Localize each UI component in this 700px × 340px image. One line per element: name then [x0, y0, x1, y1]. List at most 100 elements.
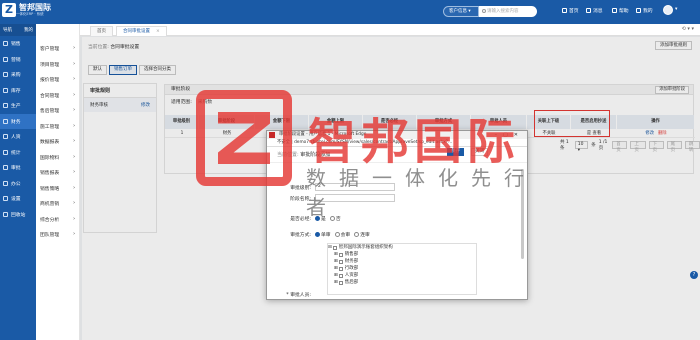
sidebar-item[interactable]: 采购 — [0, 67, 36, 83]
sub-sidebar-item[interactable]: 合同管理 › — [36, 88, 79, 104]
tree-item-sales[interactable]: ⊞ 销售部 — [328, 251, 476, 258]
help-link[interactable]: 帮助 — [612, 7, 629, 14]
chevron-right-icon: › — [73, 92, 75, 98]
sub-sidebar: 客户管理 › 项目管理 › 报价管理 › 合同管理 › 售后管理 › 施工管理 › 数据报表 › 国际物料 ›… — [36, 24, 80, 340]
search-icon — [482, 9, 486, 13]
main-sidebar: 导航 我的 销售营销 采购库存生产财务人资 统计审批办公 设置 回收站 — [0, 24, 36, 340]
message-link[interactable]: 消息 — [586, 7, 603, 14]
tab-bar: 首页 合同审批设置 × ⟲ ▾ ▾ — [80, 24, 700, 36]
tree-item-hr[interactable]: ⊞ 人资部 — [328, 272, 476, 279]
tab-tools[interactable]: ⟲ ▾ ▾ — [682, 26, 694, 32]
checkbox[interactable] — [338, 266, 343, 271]
sidebar-item[interactable]: 设置 — [0, 191, 36, 207]
user-icon — [636, 8, 641, 13]
sidebar-item[interactable]: 回收站 — [0, 207, 36, 223]
expand-icon[interactable]: ⊞ — [334, 272, 338, 279]
checkbox[interactable] — [338, 273, 343, 278]
close-button[interactable]: 关闭 — [471, 148, 488, 156]
approver-row: * 审批人员: — [267, 291, 315, 298]
nav-tab[interactable]: 导航 — [3, 27, 12, 33]
sub-sidebar-item[interactable]: 国际物料 › — [36, 150, 79, 166]
close-icon[interactable]: × — [156, 29, 160, 34]
sub-sidebar-item[interactable]: 综合分析 › — [36, 212, 79, 228]
sub-sidebar-item[interactable]: 销售策略 › — [36, 181, 79, 197]
sidebar-item-label: 审批 — [11, 166, 21, 172]
sidebar-item-label: 库存 — [11, 88, 21, 94]
sub-sidebar-item[interactable]: 团队管理 › — [36, 227, 79, 243]
tree-item-service[interactable]: ⊞ 售后部 — [328, 279, 476, 286]
sub-sidebar-item[interactable]: 数据报表 › — [36, 134, 79, 150]
sidebar-header: 导航 我的 — [0, 24, 36, 36]
sidebar-item[interactable]: 销售 — [0, 36, 36, 52]
sub-sidebar-item[interactable]: 施工管理 › — [36, 119, 79, 135]
window-controls[interactable]: –▢✕ — [495, 131, 524, 139]
my-tab[interactable]: 我的 — [24, 27, 33, 33]
user-menu[interactable]: ▾ — [675, 7, 677, 12]
dialog-window-title: 审批阶段设置 - 用户信息 1 - Microsoft Edge — [279, 132, 367, 137]
sidebar-item-label: 财务 — [11, 119, 21, 125]
expand-icon[interactable]: ⊟ — [328, 244, 332, 251]
chevron-right-icon: › — [73, 46, 75, 52]
menu-icon — [3, 196, 8, 202]
tree-item-label: 销售部 — [344, 252, 359, 257]
home-link[interactable]: 首页 — [562, 7, 579, 14]
sub-sidebar-item[interactable]: 销售报表 › — [36, 165, 79, 181]
expand-icon[interactable]: ⊞ — [334, 258, 338, 265]
menu-icon — [3, 118, 8, 124]
avatar[interactable] — [663, 5, 673, 15]
sidebar-item[interactable]: 统计 — [0, 145, 36, 161]
sidebar-item[interactable]: 营销 — [0, 52, 36, 68]
tree-item-finance[interactable]: ⊞ 财务部 — [328, 258, 476, 265]
sidebar-item[interactable]: 生产 — [0, 98, 36, 114]
dialog-scrollbar[interactable] — [521, 169, 524, 259]
sidebar-item[interactable]: 审批 — [0, 160, 36, 176]
dialog-titlebar: 审批阶段设置 - 用户信息 1 - Microsoft Edge –▢✕ — [267, 131, 527, 139]
required-no-radio[interactable]: 否 — [329, 215, 341, 222]
sub-sidebar-item[interactable]: 项目管理 › — [36, 57, 79, 73]
radio-icon — [315, 216, 320, 221]
search-input[interactable]: 请输入搜索内容 — [479, 6, 537, 17]
stage-name-input[interactable] — [315, 194, 395, 202]
dialog-url-bar[interactable]: 不安全 | demo7.zbintel.com/SYSN/view/sales/… — [267, 139, 527, 147]
home-label: 首页 — [569, 9, 579, 14]
checkbox[interactable] — [338, 259, 343, 264]
sidebar-item[interactable]: 财务 — [0, 113, 36, 129]
required-yes-label: 是 — [321, 217, 326, 222]
checkbox[interactable] — [332, 245, 337, 250]
sidebar-item-label: 销售 — [11, 42, 21, 48]
logo-icon: Z — [2, 3, 16, 17]
method-single-radio[interactable]: 单审 — [315, 231, 331, 238]
approver-label: * 审批人员: — [286, 293, 311, 298]
sidebar-item[interactable]: 办公 — [0, 176, 36, 192]
tree-root[interactable]: ⊟ 智邦国际演示账套组织架构 — [328, 244, 476, 251]
checkbox[interactable] — [338, 280, 343, 285]
sub-sidebar-item[interactable]: 客户管理 › — [36, 41, 79, 57]
method-serial-radio[interactable]: 连审 — [354, 231, 370, 238]
method-joint-radio[interactable]: 会审 — [334, 231, 350, 238]
sub-sidebar-item[interactable]: 售后管理 › — [36, 103, 79, 119]
save-button[interactable]: 保存 — [447, 148, 464, 156]
level-input[interactable]: 2 — [315, 183, 395, 191]
checkbox[interactable] — [338, 252, 343, 257]
tab-contract-approval[interactable]: 合同审批设置 × — [116, 26, 167, 36]
sidebar-item[interactable]: 人资 — [0, 129, 36, 145]
tree-item-label: 财务部 — [344, 259, 359, 264]
sub-sidebar-item[interactable]: 报价管理 › — [36, 72, 79, 88]
chevron-right-icon: › — [73, 108, 75, 114]
search-scope-select[interactable]: 客户信息 ▾ — [443, 6, 479, 17]
sidebar-item[interactable]: 库存 — [0, 83, 36, 99]
mine-link[interactable]: 我的 — [636, 7, 653, 14]
tree-item-admin[interactable]: ⊞ 行政部 — [328, 265, 476, 272]
chevron-right-icon: › — [73, 61, 75, 67]
expand-icon[interactable]: ⊞ — [334, 265, 338, 272]
sub-sidebar-item[interactable]: 商机营销 › — [36, 196, 79, 212]
logo[interactable]: Z 智邦国际 一体化ERP · 系统 — [2, 3, 51, 17]
required-yes-radio[interactable]: 是 — [315, 215, 326, 222]
chevron-right-icon: › — [73, 201, 75, 207]
help-float-button[interactable]: ? — [690, 271, 698, 279]
expand-icon[interactable]: ⊞ — [334, 279, 338, 286]
sub-sidebar-item-label: 报价管理 — [40, 78, 60, 84]
tab-home[interactable]: 首页 — [90, 26, 113, 36]
expand-icon[interactable]: ⊞ — [334, 251, 338, 258]
sub-sidebar-item-label: 售后管理 — [40, 109, 60, 115]
